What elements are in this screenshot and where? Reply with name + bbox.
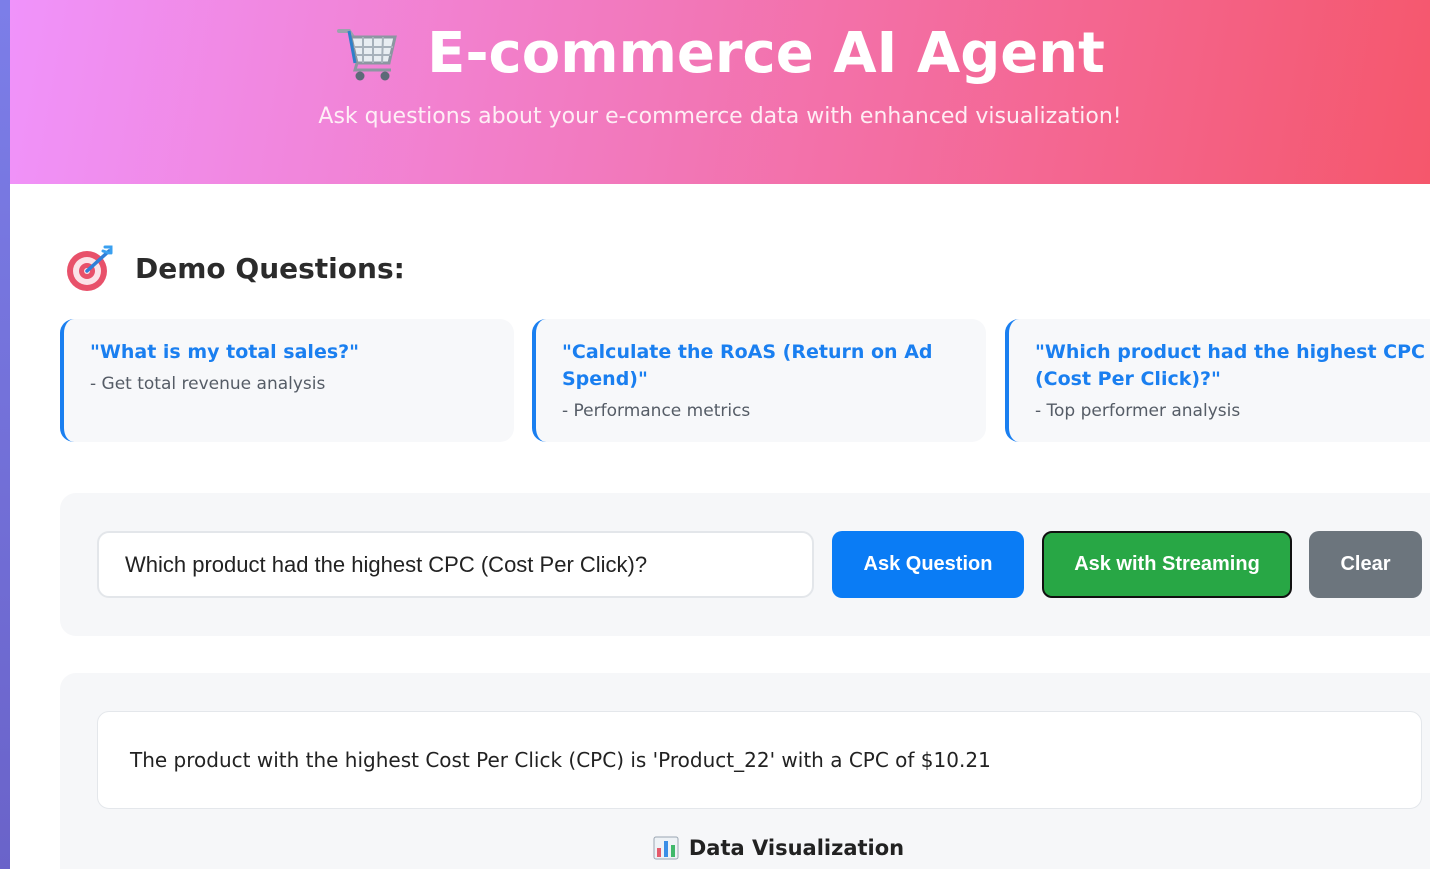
demo-question-description: - Get total revenue analysis	[90, 374, 326, 394]
demo-question-description: - Top performer analysis	[1035, 401, 1241, 421]
demo-question-text: "Calculate the RoAS (Return on Ad Spend)…	[562, 341, 933, 390]
ask-streaming-button[interactable]: Ask with Streaming	[1042, 531, 1292, 598]
clear-button[interactable]: Clear	[1309, 531, 1422, 598]
data-visualization-heading: Data Visualization	[60, 836, 1430, 860]
demo-question-card[interactable]: "What is my total sales?" - Get total re…	[60, 319, 514, 442]
app-subtitle: Ask questions about your e-commerce data…	[318, 104, 1122, 129]
demo-question-text: "What is my total sales?"	[90, 341, 360, 363]
question-input-panel: Ask Question Ask with Streaming Clear	[60, 493, 1430, 636]
page-background-edge	[0, 0, 10, 869]
demo-question-description: - Performance metrics	[562, 401, 751, 421]
bar-chart-icon	[653, 836, 679, 860]
app-header: E-commerce AI Agent Ask questions about …	[10, 0, 1430, 184]
question-input[interactable]	[97, 531, 814, 598]
header-title-row: E-commerce AI Agent	[10, 18, 1430, 88]
answer-box: The product with the highest Cost Per Cl…	[97, 711, 1422, 809]
answer-text: The product with the highest Cost Per Cl…	[130, 748, 991, 772]
ask-question-button[interactable]: Ask Question	[832, 531, 1024, 598]
demo-question-text: "Which product had the highest CPC (Cost…	[1035, 341, 1425, 390]
app-title: E-commerce AI Agent	[427, 20, 1105, 86]
demo-question-card[interactable]: "Which product had the highest CPC (Cost…	[1005, 319, 1430, 442]
demo-question-card[interactable]: "Calculate the RoAS (Return on Ad Spend)…	[532, 319, 986, 442]
result-panel: The product with the highest Cost Per Cl…	[60, 673, 1430, 869]
shopping-cart-icon	[335, 23, 401, 83]
demo-questions-heading: Demo Questions:	[65, 240, 405, 296]
demo-questions-title: Demo Questions:	[135, 251, 405, 285]
data-visualization-title: Data Visualization	[688, 836, 905, 860]
app-container: E-commerce AI Agent Ask questions about …	[10, 0, 1430, 869]
target-icon	[65, 243, 115, 293]
